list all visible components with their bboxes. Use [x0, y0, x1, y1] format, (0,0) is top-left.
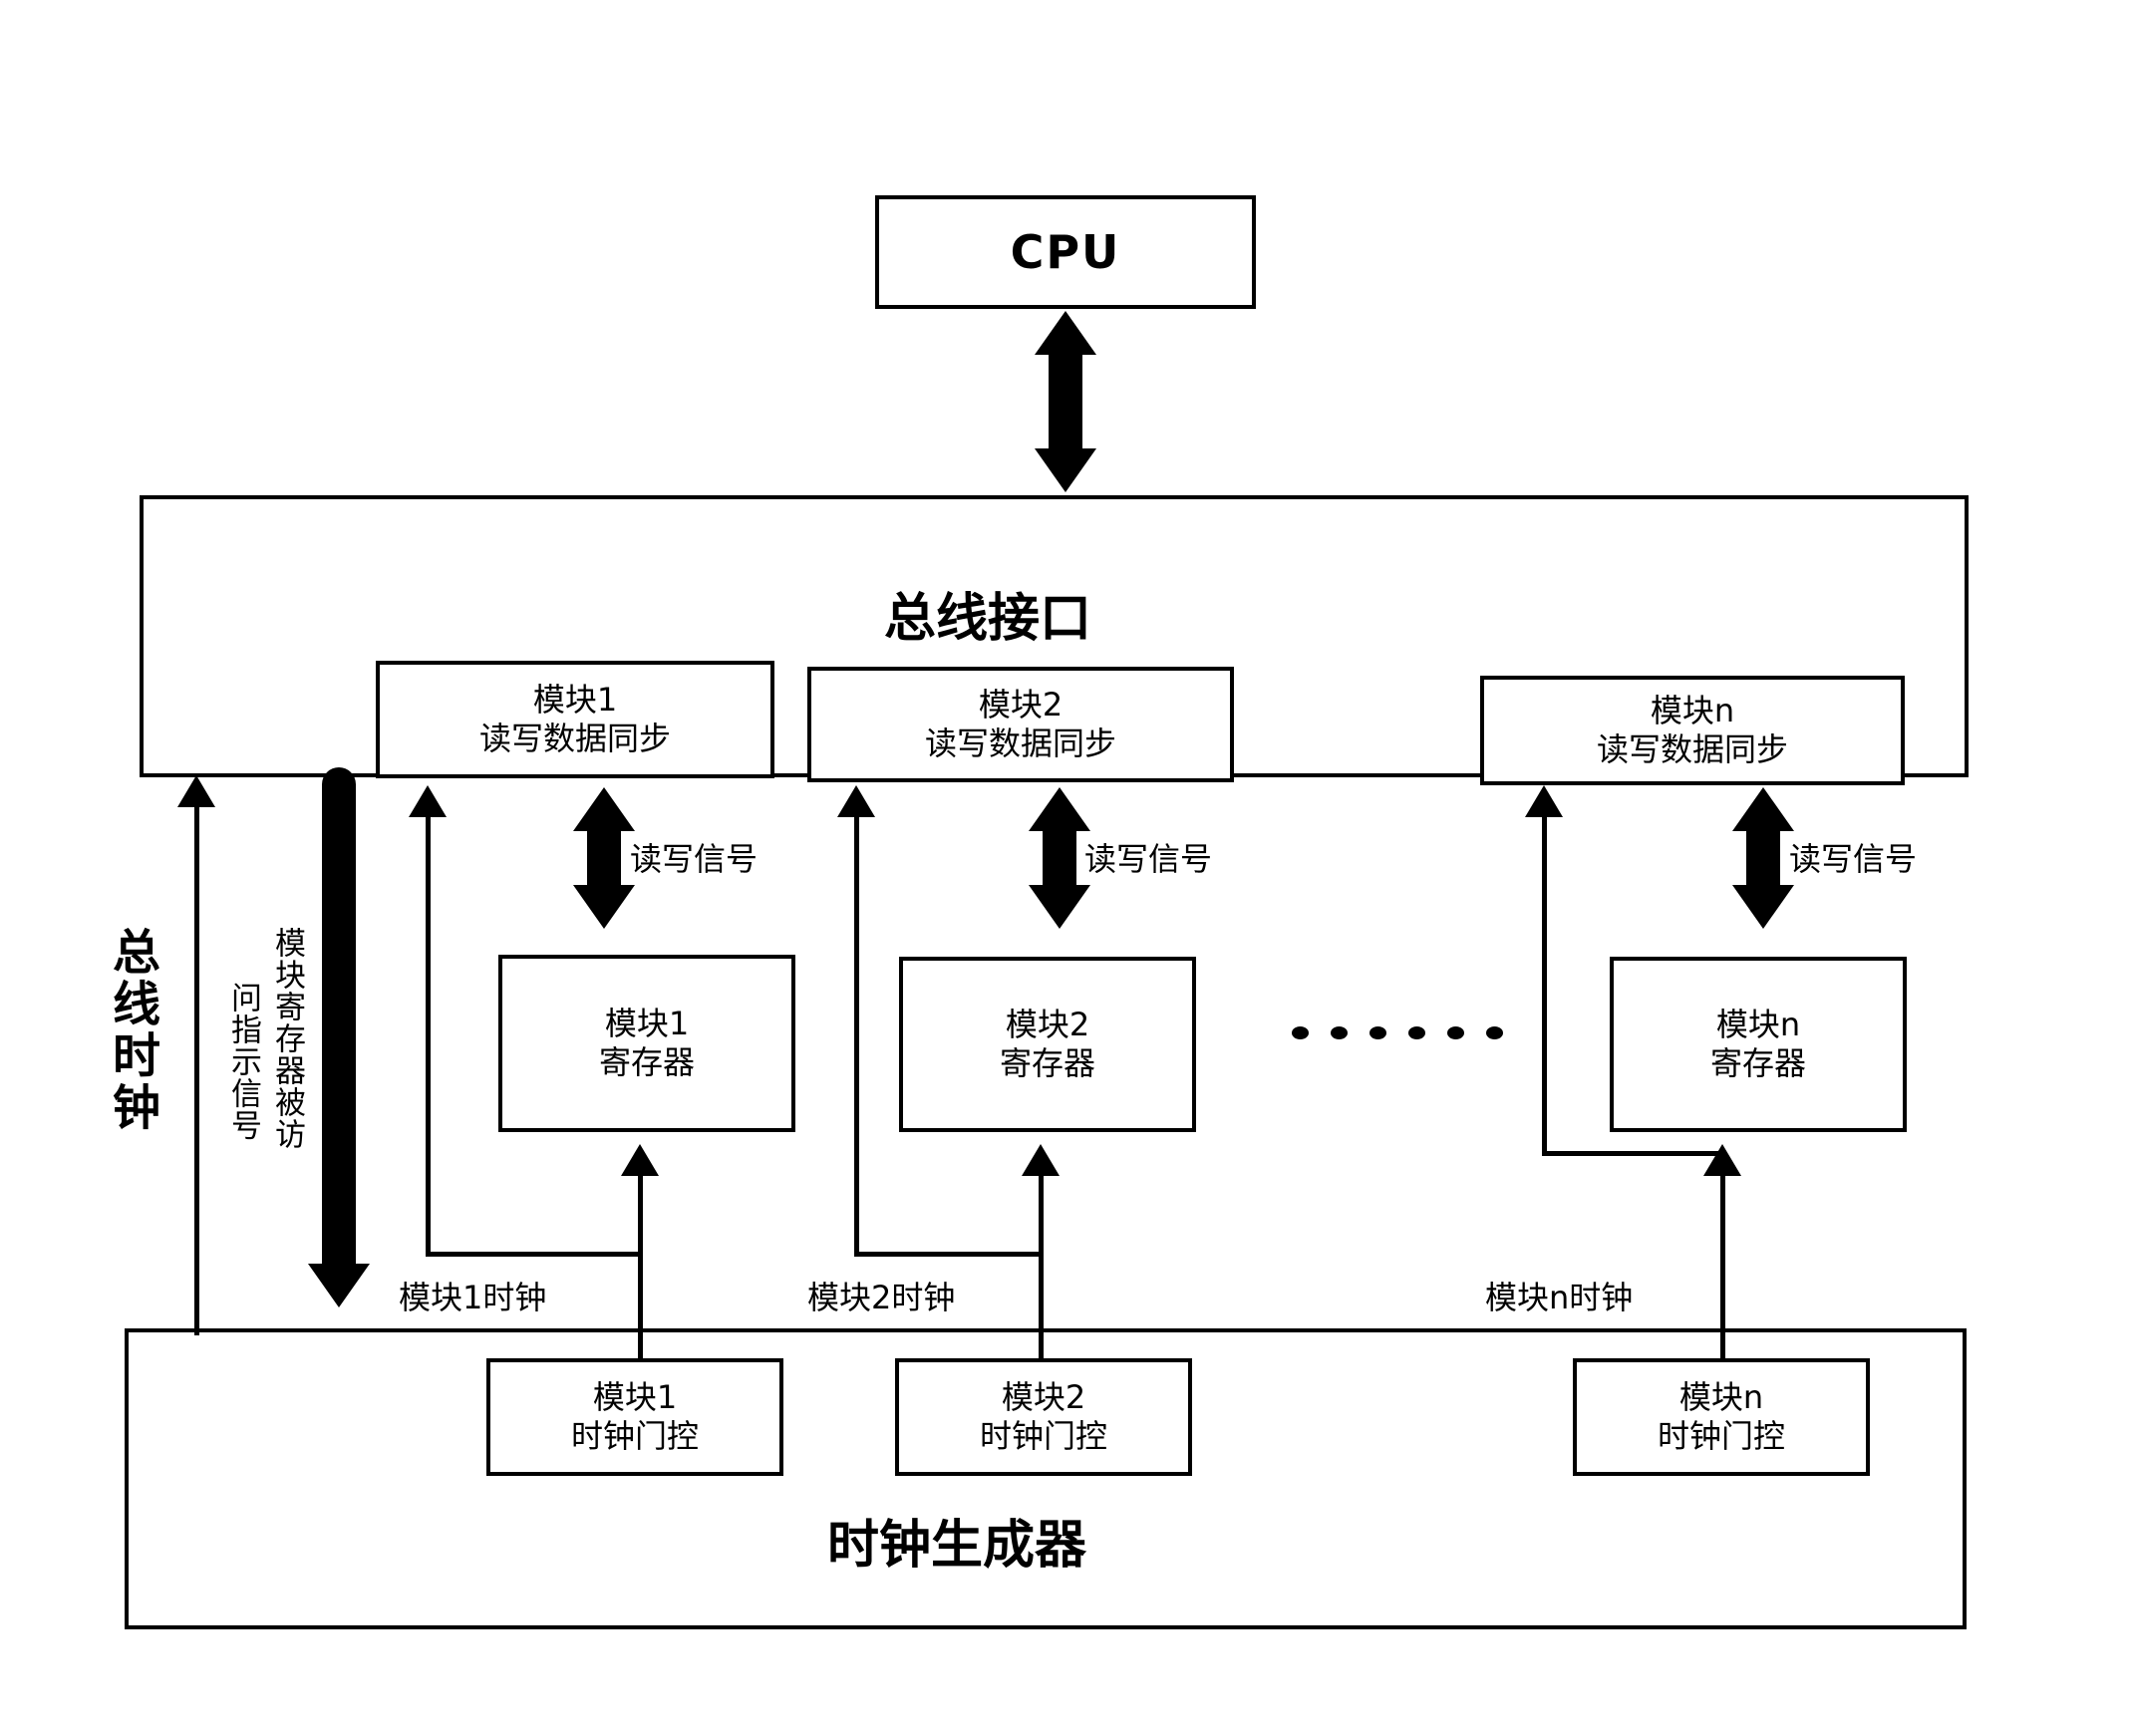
module-clock-label-1: 模块1时钟	[399, 1279, 547, 1316]
cpu-bus-arrow-shaft	[1049, 351, 1082, 450]
rw-signal-arrow-head-down-2	[1029, 885, 1090, 929]
module-sync-line2-n: 读写数据同步	[1596, 730, 1788, 768]
ellipsis-dot	[1408, 1026, 1425, 1039]
reg-access-label-right: 模块寄存器被访	[269, 927, 305, 1150]
rw-signal-label-1: 读写信号	[630, 840, 759, 878]
module-register-line2-1: 寄存器	[598, 1043, 695, 1081]
bus-clock-label: 总线时钟	[104, 927, 159, 1134]
rw-signal-arrow-shaft-1	[587, 825, 621, 887]
cpu-bus-arrow-head-down	[1035, 448, 1096, 492]
cpu-label: CPU	[1010, 224, 1121, 279]
module-sync-line2-1: 读写数据同步	[478, 720, 671, 757]
reg-access-label-left: 问指示信号	[225, 982, 261, 1141]
ellipsis-dot	[1447, 1026, 1464, 1039]
rw-signal-arrow-shaft-2	[1043, 825, 1076, 887]
module-clock-feed-branch-2	[854, 1252, 1044, 1257]
module-clock-label-2: 模块2时钟	[807, 1279, 956, 1316]
module-clock-feed-arrow-1	[409, 785, 447, 817]
module-clock-feed-line-n	[1542, 817, 1547, 1156]
module-clock-feed-branch-1	[426, 1252, 643, 1257]
module-sync-box-n: 模块n 读写数据同步	[1480, 676, 1905, 785]
module-clock-label-n: 模块n时钟	[1485, 1279, 1634, 1316]
module-sync-line1-2: 模块2	[978, 685, 1064, 723]
clock-generator-box	[125, 1328, 1967, 1629]
clock-generator-title: 时钟生成器	[827, 1516, 1087, 1576]
module-sync-line2-2: 读写数据同步	[924, 724, 1116, 762]
rw-signal-arrow-shaft-n	[1746, 825, 1780, 887]
ellipsis-dot	[1292, 1026, 1309, 1039]
rw-signal-label-2: 读写信号	[1084, 840, 1213, 878]
module-sync-box-1: 模块1 读写数据同步	[376, 661, 774, 778]
module-clock-arrow-2	[1022, 1144, 1060, 1176]
module-clock-feed-line-2	[854, 817, 859, 1256]
module-clock-arrow-n	[1703, 1144, 1741, 1176]
module-register-line1-n: 模块n	[1715, 1005, 1801, 1043]
bus-interface-title: 总线接口	[884, 589, 1092, 649]
module-sync-line1-1: 模块1	[532, 680, 618, 719]
module-clock-feed-arrow-n	[1525, 785, 1563, 817]
module-register-box-n: 模块n 寄存器	[1610, 957, 1907, 1132]
module-register-box-1: 模块1 寄存器	[498, 955, 795, 1132]
diagram-canvas: CPU 总线接口 模块1 读写数据同步 读写信号 模块1 寄存器 模块1时钟 模…	[0, 0, 2129, 1736]
rw-signal-arrow-head-down-1	[573, 885, 635, 929]
module-sync-line1-n: 模块n	[1650, 691, 1735, 729]
reg-access-arrow-head	[308, 1264, 370, 1307]
module-sync-box-2: 模块2 读写数据同步	[807, 667, 1234, 782]
module-register-line2-n: 寄存器	[1709, 1044, 1806, 1082]
module-register-line1-2: 模块2	[1005, 1005, 1090, 1043]
module-clock-feed-arrow-2	[837, 785, 875, 817]
module-clock-feed-branch-n	[1542, 1151, 1725, 1156]
module-clock-arrow-1	[621, 1144, 659, 1176]
ellipsis-dots	[1292, 1026, 1503, 1039]
reg-access-arrow-shaft	[322, 767, 356, 1266]
rw-signal-arrow-head-down-n	[1732, 885, 1794, 929]
module-register-box-2: 模块2 寄存器	[899, 957, 1196, 1132]
cpu-bus-arrow-head-up	[1035, 311, 1096, 355]
cpu-box: CPU	[875, 195, 1256, 309]
bus-clock-arrow	[177, 775, 215, 807]
ellipsis-dot	[1486, 1026, 1503, 1039]
module-register-line1-1: 模块1	[604, 1004, 690, 1042]
ellipsis-dot	[1331, 1026, 1348, 1039]
module-register-line2-2: 寄存器	[999, 1044, 1095, 1082]
bus-clock-line	[194, 807, 199, 1335]
module-clock-feed-line-1	[426, 817, 431, 1256]
rw-signal-label-n: 读写信号	[1789, 840, 1918, 878]
ellipsis-dot	[1369, 1026, 1386, 1039]
